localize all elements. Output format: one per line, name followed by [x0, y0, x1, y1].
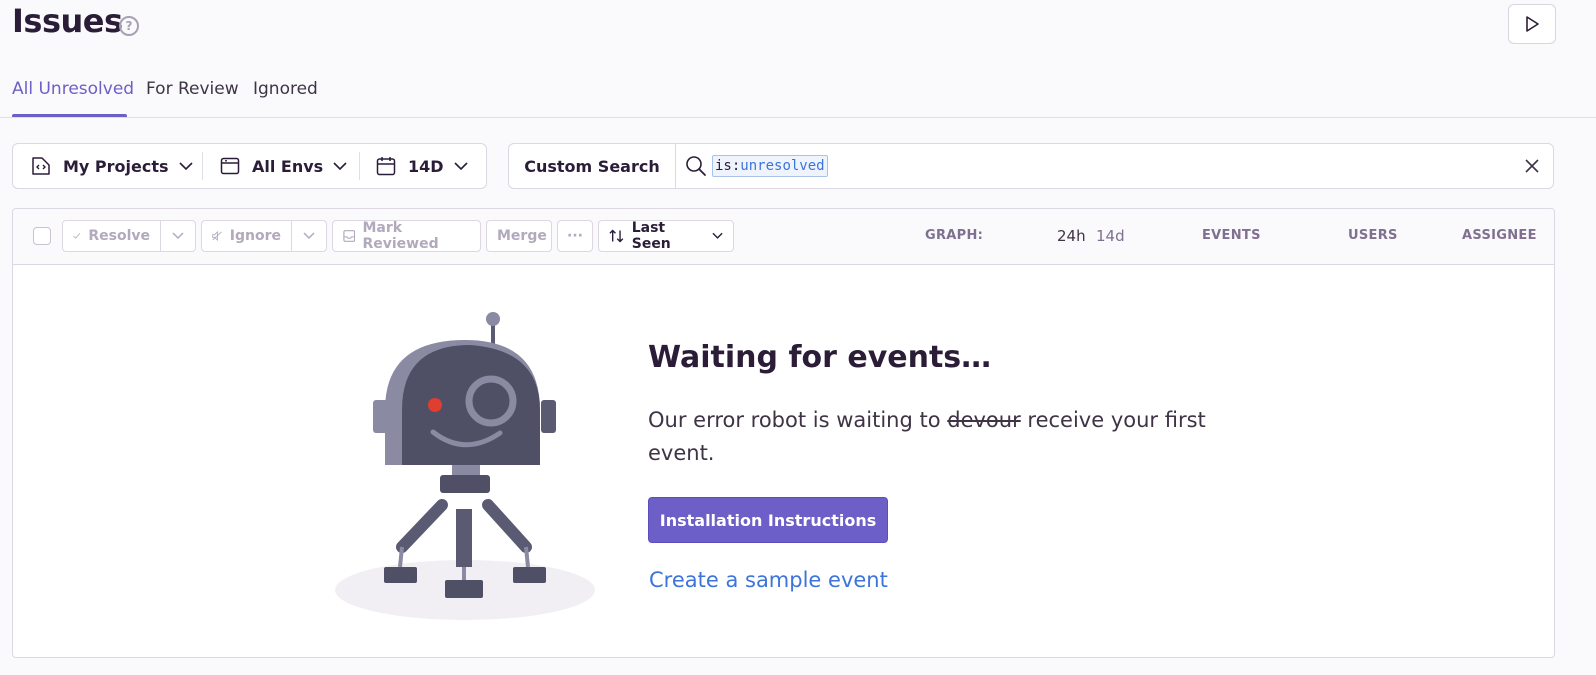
chevron-down-icon: [712, 232, 723, 239]
issues-toolbar: Resolve Ignore Mark Reviewed Merge ··· L…: [13, 209, 1554, 265]
empty-desc-before: Our error robot is waiting to: [648, 408, 948, 432]
ignore-label: Ignore: [229, 228, 281, 244]
more-actions-button[interactable]: ···: [557, 220, 593, 252]
query-value: unresolved: [740, 158, 825, 174]
play-button[interactable]: [1508, 4, 1556, 44]
chevron-down-icon: [172, 232, 184, 240]
waiting-robot-illustration: [335, 312, 595, 620]
empty-state-description: Our error robot is waiting to devour rec…: [648, 404, 1208, 470]
custom-search-button[interactable]: Custom Search: [509, 144, 676, 188]
installation-instructions-button[interactable]: Installation Instructions: [648, 497, 888, 543]
ignore-dropdown-button[interactable]: [291, 220, 327, 252]
sort-icon: [609, 229, 624, 243]
date-selector[interactable]: 14D: [376, 144, 468, 188]
tab-all-unresolved[interactable]: All Unresolved: [12, 79, 134, 99]
filter-divider: [359, 152, 360, 180]
issue-search-bar: Custom Search is: unresolved: [508, 143, 1554, 189]
page-title: Issues: [12, 2, 123, 40]
resolve-button[interactable]: Resolve: [62, 220, 161, 252]
merge-button[interactable]: Merge: [486, 220, 552, 252]
chevron-down-icon: [453, 162, 468, 171]
tabs-divider: [0, 117, 1596, 118]
ignore-button[interactable]: Ignore: [201, 220, 292, 252]
close-icon[interactable]: [1524, 158, 1540, 174]
resolve-label: Resolve: [88, 228, 150, 244]
search-input[interactable]: is: unresolved: [712, 155, 828, 177]
assignee-column-header: ASSIGNEE: [1462, 228, 1537, 243]
mark-reviewed-button[interactable]: Mark Reviewed: [332, 220, 481, 252]
empty-desc-struck: devour: [947, 408, 1021, 432]
environment-selector-label: All Envs: [252, 156, 324, 176]
play-icon: [1526, 16, 1539, 32]
page-filter-bar: My Projects All Envs 14D: [12, 143, 487, 189]
sort-button[interactable]: Last Seen: [598, 220, 734, 252]
graph-24h-option[interactable]: 24h: [1057, 227, 1086, 245]
tab-ignored[interactable]: Ignored: [253, 79, 318, 99]
graph-column-label: GRAPH:: [925, 228, 984, 243]
select-all-checkbox[interactable]: [33, 227, 51, 245]
mark-reviewed-label: Mark Reviewed: [362, 220, 439, 252]
create-sample-event-link[interactable]: Create a sample event: [649, 568, 888, 592]
chevron-down-icon: [178, 162, 193, 171]
empty-state-title: Waiting for events…: [648, 340, 992, 375]
checkmark-icon: [73, 233, 81, 239]
filter-divider: [202, 152, 203, 180]
events-column-header: EVENTS: [1202, 228, 1261, 243]
project-selector-label: My Projects: [63, 156, 169, 176]
graph-14d-option[interactable]: 14d: [1096, 227, 1125, 245]
resolve-dropdown-button[interactable]: [160, 220, 196, 252]
environment-selector[interactable]: All Envs: [220, 144, 347, 188]
calendar-icon: [376, 157, 396, 176]
users-column-header: USERS: [1348, 228, 1398, 243]
search-icon: [686, 156, 706, 176]
chevron-down-icon: [303, 232, 315, 240]
project-icon: [32, 157, 50, 175]
question-circle-icon[interactable]: ?: [119, 16, 139, 36]
mute-icon: [212, 230, 222, 242]
tab-for-review[interactable]: For Review: [146, 79, 239, 99]
project-selector[interactable]: My Projects: [31, 144, 193, 188]
query-key: is:: [715, 158, 741, 174]
chevron-down-icon: [333, 162, 347, 171]
date-selector-label: 14D: [408, 156, 444, 176]
sort-label: Last Seen: [631, 220, 671, 252]
window-icon: [220, 157, 240, 175]
inbox-icon: [343, 230, 356, 242]
